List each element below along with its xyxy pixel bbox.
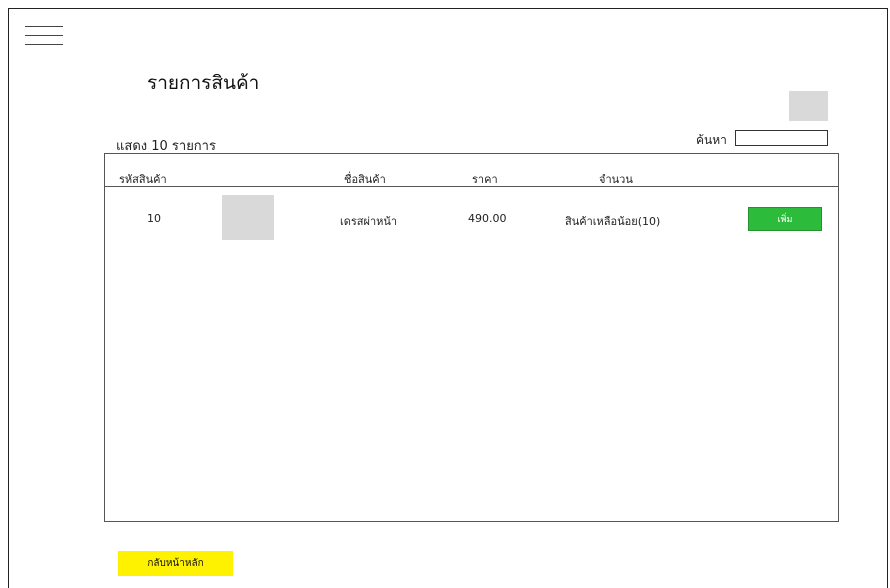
product-name-cell: เดรสผ่าหน้า xyxy=(340,215,398,228)
hamburger-menu-icon[interactable] xyxy=(25,26,63,48)
product-id-cell: 10 xyxy=(147,212,161,225)
search-input[interactable] xyxy=(735,130,828,146)
menu-bar xyxy=(25,44,63,45)
product-quantity-cell: สินค้าเหลือน้อย(10) xyxy=(565,215,661,228)
avatar[interactable] xyxy=(789,91,828,121)
add-button[interactable]: เพิ่ม xyxy=(748,207,822,231)
search-label: ค้นหา xyxy=(696,133,727,147)
product-image xyxy=(222,195,274,240)
product-table xyxy=(104,153,839,522)
table-header-divider xyxy=(105,186,838,187)
back-to-home-button[interactable]: กลับหน้าหลัก xyxy=(118,551,233,576)
menu-bar xyxy=(25,35,63,36)
product-price-cell: 490.00 xyxy=(468,212,507,225)
page-title: รายการสินค้า xyxy=(147,72,260,94)
menu-bar xyxy=(25,26,63,27)
